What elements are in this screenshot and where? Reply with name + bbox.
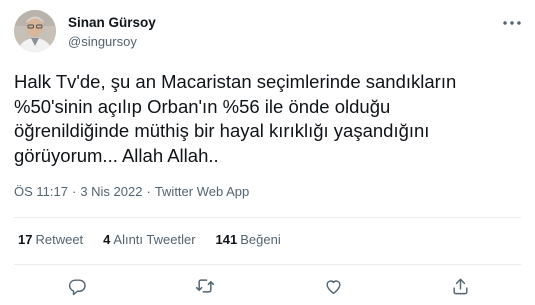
tweet-text-line: Halk Tv'de, şu an Macaristan seçimlerind…	[14, 71, 457, 92]
engagement-stats: 17 Retweet 4 Alıntı Tweetler 141 Beğeni	[18, 232, 281, 247]
retweets-label: Retweet	[35, 232, 84, 247]
retweets-count: 17	[18, 232, 33, 247]
tweet-date[interactable]: 3 Nis 2022	[80, 184, 142, 199]
tweet-time[interactable]: ÖS 11:17	[14, 184, 68, 199]
tweet-metadata: ÖS 11:17 · 3 Nis 2022 · Twitter Web App	[14, 184, 249, 199]
quotes-stat[interactable]: 4 Alıntı Tweetler	[103, 232, 195, 247]
likes-label: Beğeni	[240, 232, 281, 247]
quotes-count: 4	[103, 232, 111, 247]
heart-icon[interactable]	[321, 274, 345, 298]
tweet-text: Halk Tv'de, şu an Macaristan seçimlerind…	[14, 70, 526, 168]
divider	[14, 264, 521, 265]
user-handle[interactable]: @singursoy	[68, 34, 137, 49]
action-bar	[0, 270, 535, 300]
more-options-icon[interactable]	[501, 14, 523, 32]
tweet-text-line: %50'sinin açılıp Orban'ın %56 ile önde o…	[14, 95, 391, 117]
avatar[interactable]	[14, 10, 56, 52]
retweet-icon[interactable]	[193, 274, 217, 298]
tweet-source[interactable]: Twitter Web App	[155, 184, 249, 199]
share-icon[interactable]	[448, 274, 472, 298]
likes-count: 141	[215, 232, 238, 247]
separator-dot: ·	[146, 184, 151, 199]
tweet-text-line: öğrenildiğinde müthiş bir hayal kırıklığ…	[14, 120, 430, 141]
reply-icon[interactable]	[65, 274, 89, 298]
separator-dot: ·	[71, 184, 77, 199]
tweet-card: Sinan Gürsoy @singursoy Halk Tv'de, şu a…	[0, 0, 535, 305]
user-display-name[interactable]: Sinan Gürsoy	[68, 15, 156, 30]
quotes-label: Alıntı Tweetler	[113, 232, 196, 247]
retweets-stat[interactable]: 17 Retweet	[18, 232, 83, 247]
divider	[14, 217, 521, 218]
likes-stat[interactable]: 141 Beğeni	[216, 232, 281, 247]
tweet-text-line: görüyorum... Allah Allah..	[14, 144, 219, 166]
